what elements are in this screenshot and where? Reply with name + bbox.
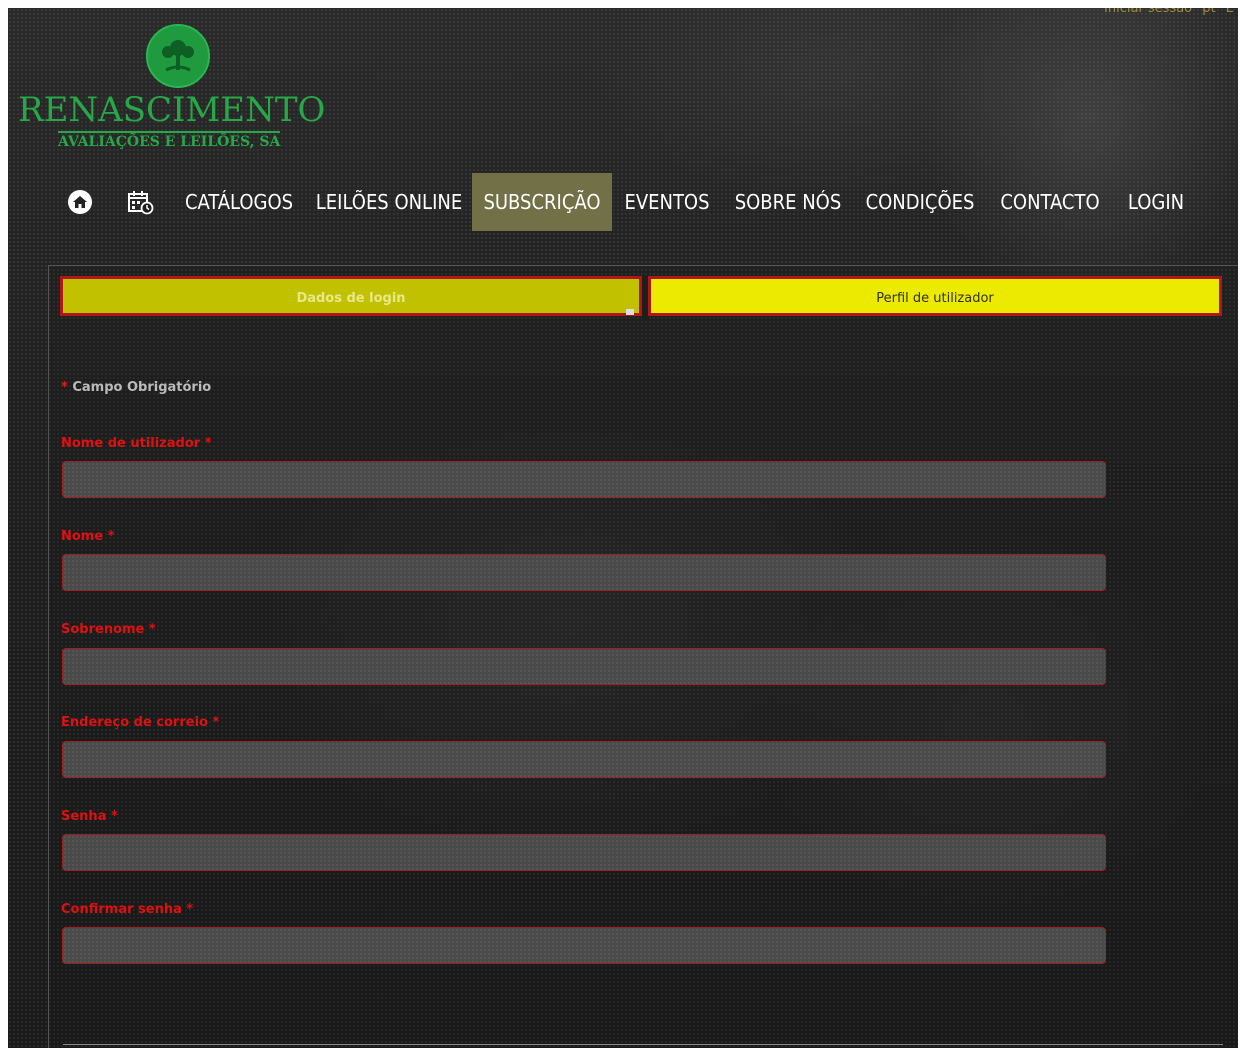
confirm-password-label: Confirmar senha * — [61, 902, 194, 917]
tab-user-profile[interactable]: Perfil de utilizador — [648, 276, 1222, 316]
required-note: * Campo Obrigatório — [61, 380, 211, 395]
page-frame: Iniciar sessão pt E RENASCIMENTO AVALIAÇ… — [8, 8, 1238, 1048]
email-input[interactable] — [62, 741, 1106, 778]
first-name-label: Nome * — [61, 529, 115, 544]
nav-subscricao[interactable]: SUBSCRIÇÃO — [472, 173, 612, 231]
main-nav: CATÁLOGOS LEILÕES ONLINE SUBSCRIÇÃO EVEN… — [8, 173, 1238, 231]
nav-contacto[interactable]: CONTACTO — [995, 173, 1105, 231]
nav-login[interactable]: LOGIN — [1121, 173, 1191, 231]
required-star: * — [61, 380, 68, 395]
login-link[interactable]: Iniciar sessão — [1104, 8, 1192, 16]
nav-condicoes[interactable]: CONDIÇÕES — [862, 173, 978, 231]
logo-title: RENASCIMENTO — [18, 90, 326, 130]
username-label: Nome de utilizador * — [61, 436, 212, 451]
first-name-input[interactable] — [62, 554, 1106, 591]
last-name-label: Sobrenome * — [61, 622, 156, 637]
email-label: Endereço de correio * — [61, 715, 220, 730]
site-logo[interactable]: RENASCIMENTO AVALIAÇÕES E LEILÕES, SA — [18, 22, 328, 152]
form-tabs: Dados de login Perfil de utilizador — [60, 276, 1222, 320]
logo-subtitle: AVALIAÇÕES E LEILÕES, SA — [58, 131, 281, 150]
lang-en-link[interactable]: E — [1226, 8, 1234, 16]
tab-resize-handle — [626, 309, 634, 315]
top-links: Iniciar sessão pt E — [1098, 8, 1234, 16]
confirm-password-input[interactable] — [62, 927, 1106, 964]
username-input[interactable] — [62, 461, 1106, 498]
lang-pt-link[interactable]: pt — [1202, 8, 1215, 16]
calendar-icon[interactable] — [120, 173, 160, 231]
password-label: Senha * — [61, 809, 118, 824]
nav-catalogos[interactable]: CATÁLOGOS — [180, 173, 298, 231]
form-divider — [63, 1044, 1223, 1045]
last-name-input[interactable] — [62, 648, 1106, 685]
nav-eventos[interactable]: EVENTOS — [620, 173, 714, 231]
required-note-text: Campo Obrigatório — [72, 380, 212, 395]
tab-login-data[interactable]: Dados de login — [60, 276, 642, 316]
tree-emblem-icon — [146, 24, 210, 88]
password-input[interactable] — [62, 834, 1106, 871]
home-icon[interactable] — [60, 173, 100, 231]
nav-sobre-nos[interactable]: SOBRE NÓS — [732, 173, 844, 231]
nav-leiloes-online[interactable]: LEILÕES ONLINE — [313, 173, 465, 231]
